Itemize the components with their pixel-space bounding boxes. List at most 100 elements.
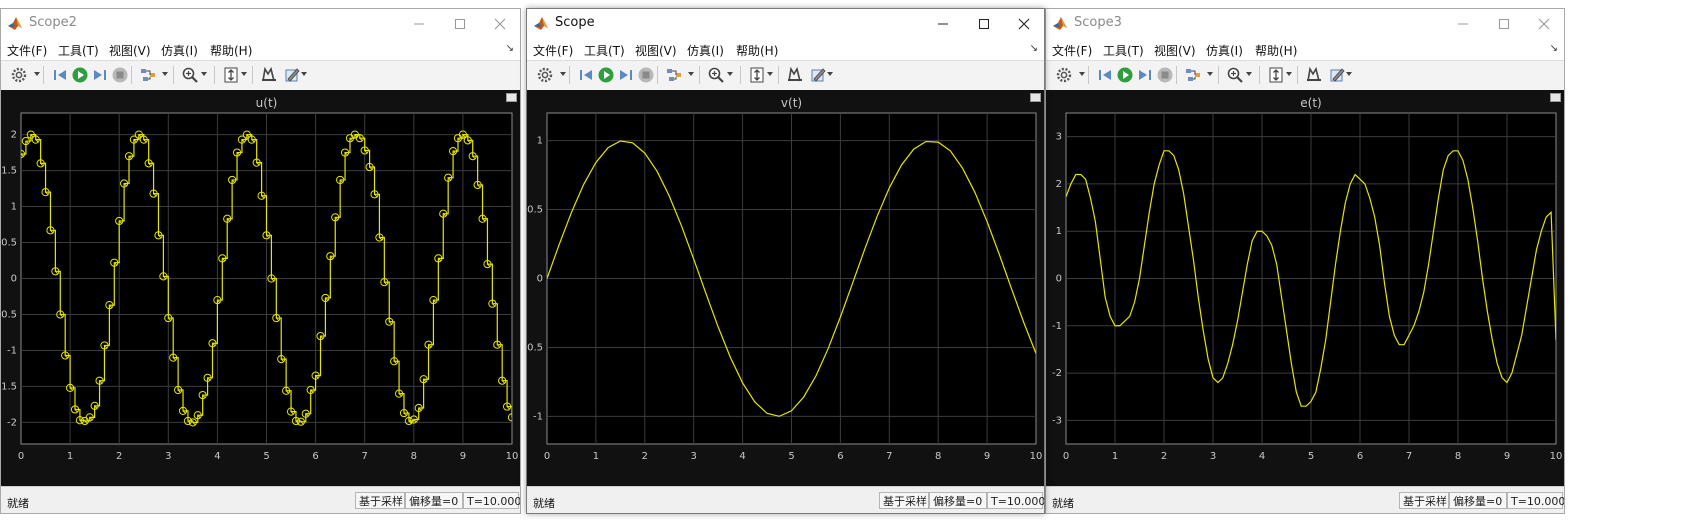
plot-area[interactable]: e(t) 0 1 2 3 4 5 6 7 8 9 10 -3 -2 -1 0 1 2 3 — [1046, 90, 1564, 486]
y-tick-label: 0 — [537, 274, 543, 285]
step-back-icon[interactable] — [577, 66, 595, 84]
zoom-icon[interactable] — [707, 66, 725, 84]
menu-item-3[interactable]: 仿真(I) — [687, 42, 724, 59]
dropdown-caret-icon[interactable] — [241, 72, 247, 76]
dropdown-caret-icon[interactable] — [560, 72, 566, 76]
style-icon[interactable] — [809, 66, 827, 84]
menu-bar: 文件(F) 工具(T) 视图(V) 仿真(I) 帮助(H) ↘ — [1, 38, 520, 60]
minimize-button[interactable] — [397, 9, 441, 38]
toolbar-separator — [214, 66, 215, 84]
autoscale-icon[interactable] — [1267, 66, 1285, 84]
cursor-measure-icon[interactable] — [1305, 66, 1323, 84]
dropdown-caret-icon[interactable] — [1246, 72, 1252, 76]
dropdown-caret-icon[interactable] — [1079, 72, 1085, 76]
y-tick-label: 2 — [11, 130, 17, 141]
toolbar-separator — [699, 66, 700, 84]
matlab-icon — [533, 15, 549, 31]
menu-item-2[interactable]: 视图(V) — [109, 42, 151, 59]
dropdown-caret-icon[interactable] — [688, 72, 694, 76]
menu-item-0[interactable]: 文件(F) — [1052, 42, 1092, 59]
zoom-icon[interactable] — [181, 66, 199, 84]
close-button[interactable] — [478, 9, 520, 38]
menu-item-2[interactable]: 视图(V) — [635, 42, 677, 59]
menu-item-0[interactable]: 文件(F) — [533, 42, 573, 59]
minimize-button[interactable] — [921, 9, 965, 38]
menu-expand-icon[interactable]: ↘ — [1030, 43, 1038, 54]
minimize-icon — [938, 23, 948, 24]
toolbar-separator — [740, 66, 741, 84]
stop-icon[interactable] — [637, 66, 655, 84]
dropdown-caret-icon[interactable] — [1286, 72, 1292, 76]
minimize-icon — [414, 23, 424, 24]
highlight-icon[interactable] — [665, 66, 683, 84]
gear-icon[interactable] — [1055, 66, 1073, 84]
dropdown-caret-icon[interactable] — [767, 72, 773, 76]
cursor-measure-icon[interactable] — [786, 66, 804, 84]
menu-item-3[interactable]: 仿真(I) — [1206, 42, 1243, 59]
autoscale-icon[interactable] — [748, 66, 766, 84]
menu-item-4[interactable]: 帮助(H) — [210, 42, 252, 59]
menu-expand-icon[interactable]: ↘ — [506, 43, 514, 54]
scope-window-scope[interactable]: Scope 文件(F) 工具(T) 视图(V) 仿真(I) 帮助(H) ↘ v(t) 0 1 2 3 4… — [526, 8, 1045, 514]
highlight-icon[interactable] — [1184, 66, 1202, 84]
plot-area[interactable]: u(t) 0 1 2 3 4 5 6 7 8 9 10 -2 -1.5 -1 -0.5 0 0.5 1 1.5 2 — [1, 90, 520, 486]
menu-item-1[interactable]: 工具(T) — [1103, 42, 1144, 59]
minimize-button[interactable] — [1441, 9, 1485, 38]
menu-item-1[interactable]: 工具(T) — [58, 42, 99, 59]
step-forward-icon[interactable] — [617, 66, 635, 84]
scope-chart: v(t) 0 1 2 3 4 5 6 7 8 9 10 -1 -0.5 0 0.5 1 — [527, 96, 1042, 462]
dropdown-caret-icon[interactable] — [1346, 72, 1352, 76]
scope-window-scope3[interactable]: Scope3 文件(F) 工具(T) 视图(V) 仿真(I) 帮助(H) ↘ e(t) 0 1 2 3… — [1045, 8, 1565, 514]
plot-area[interactable]: v(t) 0 1 2 3 4 5 6 7 8 9 10 -1 -0.5 0 0.5 1 — [527, 90, 1044, 486]
style-icon[interactable] — [283, 66, 301, 84]
highlight-icon[interactable] — [139, 66, 157, 84]
cursor-measure-icon[interactable] — [260, 66, 278, 84]
menu-expand-icon[interactable]: ↘ — [1550, 43, 1558, 54]
dropdown-caret-icon[interactable] — [301, 72, 307, 76]
run-icon[interactable] — [1116, 66, 1134, 84]
maximize-button[interactable] — [438, 9, 482, 38]
dropdown-caret-icon[interactable] — [34, 72, 40, 76]
dropdown-caret-icon[interactable] — [727, 72, 733, 76]
dropdown-caret-icon[interactable] — [827, 72, 833, 76]
close-button[interactable] — [1522, 9, 1564, 38]
step-back-icon[interactable] — [1096, 66, 1114, 84]
menu-item-1[interactable]: 工具(T) — [584, 42, 625, 59]
matlab-icon — [7, 15, 23, 31]
run-icon[interactable] — [597, 66, 615, 84]
maximize-button[interactable] — [962, 9, 1006, 38]
autoscale-icon[interactable] — [222, 66, 240, 84]
x-tick-label: 10 — [506, 451, 519, 462]
title-bar[interactable]: Scope — [527, 9, 1044, 38]
stop-icon[interactable] — [111, 66, 129, 84]
maximize-button[interactable] — [1482, 9, 1526, 38]
menu-item-0[interactable]: 文件(F) — [7, 42, 47, 59]
step-forward-icon[interactable] — [91, 66, 109, 84]
title-bar[interactable]: Scope2 — [1, 9, 520, 38]
dropdown-caret-icon[interactable] — [162, 72, 168, 76]
zoom-icon[interactable] — [1226, 66, 1244, 84]
gear-icon[interactable] — [536, 66, 554, 84]
x-tick-label: 7 — [886, 451, 892, 462]
menu-item-2[interactable]: 视图(V) — [1154, 42, 1196, 59]
run-icon[interactable] — [71, 66, 89, 84]
style-icon[interactable] — [1328, 66, 1346, 84]
menu-item-4[interactable]: 帮助(H) — [736, 42, 778, 59]
gear-icon[interactable] — [10, 66, 28, 84]
menu-item-3[interactable]: 仿真(I) — [161, 42, 198, 59]
status-ready: 就绪 — [1052, 497, 1074, 510]
step-back-icon[interactable] — [51, 66, 69, 84]
chart-title: v(t) — [781, 96, 802, 110]
menu-item-4[interactable]: 帮助(H) — [1255, 42, 1297, 59]
toolbar-separator — [173, 66, 174, 84]
step-forward-icon[interactable] — [1136, 66, 1154, 84]
dropdown-caret-icon[interactable] — [1207, 72, 1213, 76]
dropdown-caret-icon[interactable] — [201, 72, 207, 76]
y-tick-label: 0.5 — [1, 238, 17, 249]
close-button[interactable] — [1002, 9, 1044, 38]
maximize-icon — [1499, 18, 1509, 29]
scope-window-scope2[interactable]: Scope2 文件(F) 工具(T) 视图(V) 仿真(I) 帮助(H) ↘ u(t) 0 1 2 3… — [0, 8, 521, 514]
title-bar[interactable]: Scope3 — [1046, 9, 1564, 38]
stop-icon[interactable] — [1156, 66, 1174, 84]
x-tick-label: 9 — [984, 451, 990, 462]
